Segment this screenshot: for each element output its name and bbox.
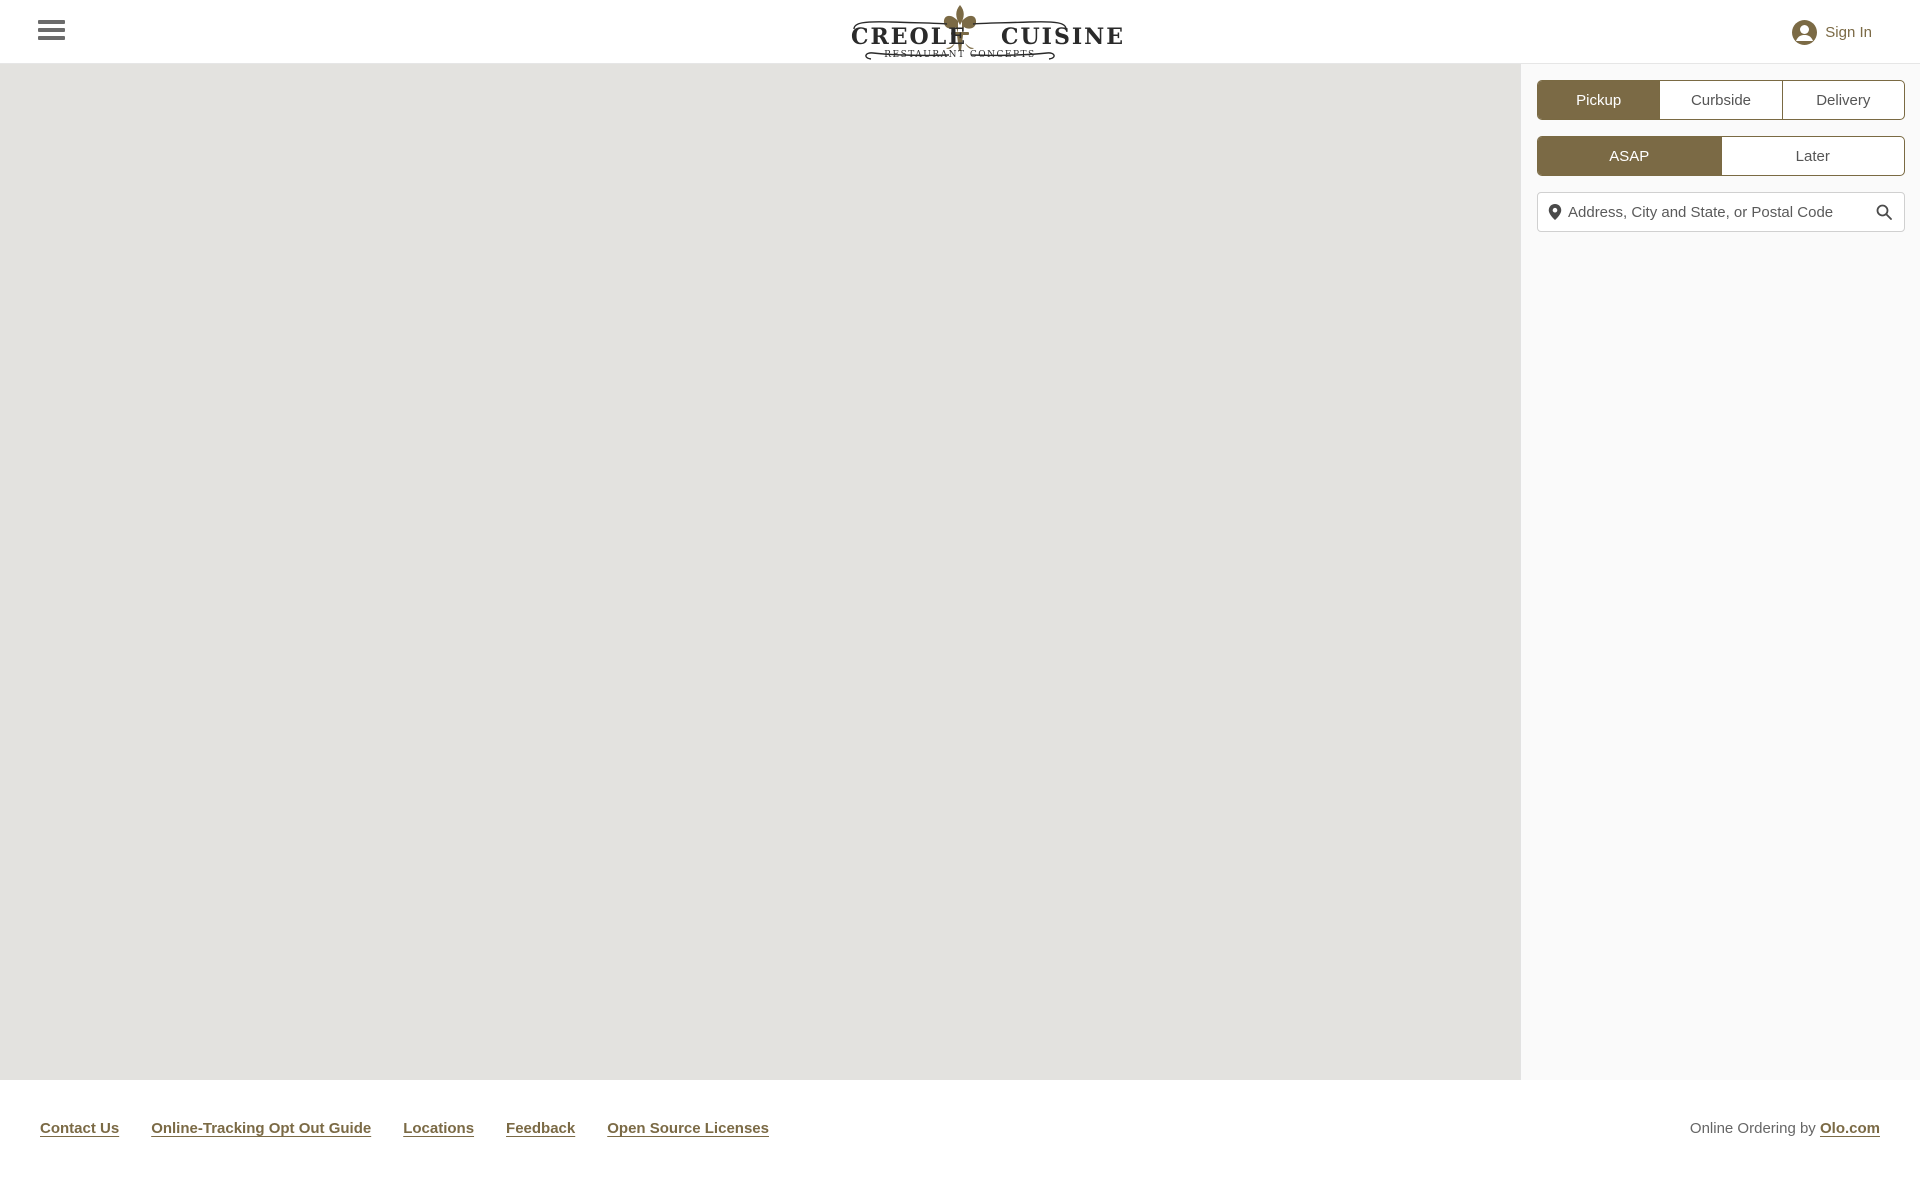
- logo-tagline: RESTAURANT CONCEPTS: [884, 50, 1036, 60]
- footer-links: Contact Us Online-Tracking Opt Out Guide…: [40, 1120, 769, 1137]
- hamburger-menu-icon[interactable]: [38, 20, 65, 44]
- order-time-toggle: ASAP Later: [1537, 136, 1905, 176]
- address-search-input[interactable]: [1562, 193, 1864, 231]
- address-search-box: [1537, 192, 1905, 232]
- sign-in-button[interactable]: Sign In: [1792, 18, 1872, 46]
- map-pin-icon: [1548, 204, 1562, 220]
- powered-by-prefix: Online Ordering by: [1689, 1120, 1816, 1137]
- order-options-panel: Pickup Curbside Delivery ASAP Later: [1520, 64, 1920, 1080]
- footer-link-open-source-licenses[interactable]: Open Source Licenses: [607, 1120, 769, 1137]
- site-header: CREOLE CUISINE RESTAURANT CONCEPTS Sign I…: [0, 0, 1920, 64]
- sign-in-label: Sign In: [1825, 23, 1872, 41]
- time-option-asap[interactable]: ASAP: [1538, 137, 1721, 175]
- olo-link[interactable]: Olo.com: [1820, 1120, 1880, 1137]
- search-icon[interactable]: [1864, 193, 1904, 231]
- footer-link-contact-us[interactable]: Contact Us: [40, 1120, 119, 1137]
- handoff-option-curbside[interactable]: Curbside: [1659, 81, 1781, 119]
- time-option-later[interactable]: Later: [1720, 137, 1905, 175]
- handoff-mode-toggle: Pickup Curbside Delivery: [1537, 80, 1905, 120]
- handoff-option-pickup[interactable]: Pickup: [1538, 81, 1660, 119]
- handoff-option-delivery[interactable]: Delivery: [1781, 81, 1904, 119]
- footer-link-locations[interactable]: Locations: [403, 1120, 474, 1137]
- footer-link-opt-out-guide[interactable]: Online-Tracking Opt Out Guide: [151, 1120, 371, 1137]
- site-footer: Contact Us Online-Tracking Opt Out Guide…: [0, 1080, 1920, 1181]
- locations-map[interactable]: [0, 64, 1520, 1080]
- user-circle-icon: [1792, 19, 1818, 45]
- powered-by: Online Ordering by Olo.com: [1690, 1120, 1880, 1137]
- logo-word-right: CUISINE: [1000, 24, 1126, 50]
- logo-word-left: CREOLE: [851, 24, 967, 50]
- brand-logo[interactable]: CREOLE CUISINE RESTAURANT CONCEPTS: [851, 3, 1123, 61]
- footer-link-feedback[interactable]: Feedback: [506, 1120, 575, 1137]
- logo-wordmark: CREOLE CUISINE: [851, 24, 1123, 50]
